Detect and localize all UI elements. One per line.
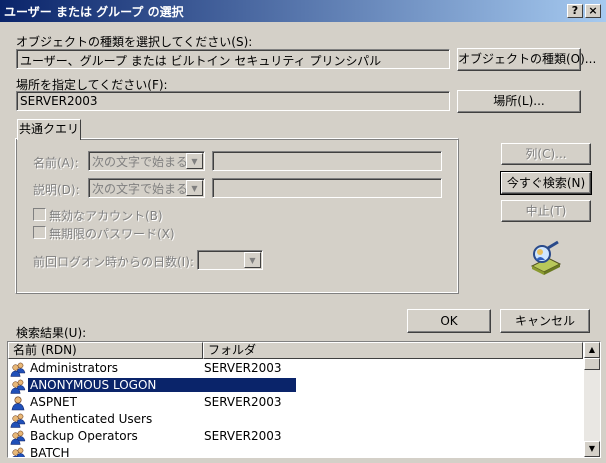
group-icon bbox=[10, 412, 26, 428]
non-expiring-password-checkbox[interactable] bbox=[33, 226, 46, 239]
window-title: ユーザー または グループ の選択 bbox=[4, 5, 184, 19]
table-row[interactable]: ASPNET SERVER2003 bbox=[8, 394, 584, 411]
group-icon bbox=[10, 446, 26, 457]
row-folder: SERVER2003 bbox=[204, 361, 282, 375]
stop-button[interactable]: 中止(T) bbox=[501, 200, 591, 222]
disabled-accounts-label: 無効なアカウント(B) bbox=[49, 209, 163, 223]
name-condition-value: 次の文字で始まる bbox=[92, 155, 189, 169]
description-condition-value: 次の文字で始まる bbox=[92, 182, 189, 196]
description-label: 説明(D): bbox=[33, 183, 80, 197]
table-row[interactable]: Administrators SERVER2003 bbox=[8, 360, 584, 377]
column-header-name[interactable]: 名前 (RDN) bbox=[8, 342, 203, 359]
row-name: Administrators bbox=[30, 361, 119, 375]
table-row[interactable]: ANONYMOUS LOGON bbox=[8, 377, 584, 394]
scroll-down-arrow-icon[interactable]: ▼ bbox=[584, 441, 600, 457]
description-condition-combo[interactable]: 次の文字で始まる ▼ bbox=[88, 178, 205, 198]
cancel-button[interactable]: キャンセル bbox=[500, 309, 590, 333]
table-row[interactable]: Authenticated Users bbox=[8, 411, 584, 428]
non-expiring-password-label: 無期限のパスワード(X) bbox=[49, 227, 175, 241]
group-icon bbox=[10, 378, 26, 394]
close-button[interactable]: × bbox=[585, 4, 601, 18]
scroll-thumb[interactable] bbox=[584, 358, 600, 370]
columns-button[interactable]: 列(C)... bbox=[501, 143, 591, 165]
find-now-button[interactable]: 今すぐ検索(N) bbox=[500, 171, 592, 195]
object-type-field: ユーザー、グループ または ビルトイン セキュリティ プリンシパル bbox=[16, 49, 450, 69]
group-icon bbox=[10, 429, 26, 445]
name-condition-combo[interactable]: 次の文字で始まる ▼ bbox=[88, 151, 205, 171]
days-since-logon-label: 前回ログオン時からの日数(I): bbox=[33, 255, 194, 269]
row-folder: SERVER2003 bbox=[204, 395, 282, 409]
row-name: Backup Operators bbox=[30, 429, 138, 443]
title-bar[interactable]: ユーザー または グループ の選択 ? × bbox=[0, 0, 606, 22]
location-field: SERVER2003 bbox=[16, 91, 450, 111]
row-folder: SERVER2003 bbox=[204, 429, 282, 443]
row-name: BATCH bbox=[30, 446, 70, 458]
search-results-list[interactable]: 名前 (RDN) フォルダ Administrators SERVER2003 AN… bbox=[7, 341, 601, 458]
chevron-down-icon[interactable]: ▼ bbox=[186, 180, 203, 196]
object-types-button[interactable]: オブジェクトの種類(O)... bbox=[457, 48, 596, 71]
user-icon bbox=[10, 395, 26, 411]
help-button[interactable]: ? bbox=[567, 4, 583, 18]
days-since-logon-combo[interactable]: ▼ bbox=[197, 250, 263, 270]
chevron-down-icon[interactable]: ▼ bbox=[244, 252, 261, 268]
object-type-label: オブジェクトの種類を選択してください(S): bbox=[16, 35, 253, 49]
tab-common-queries[interactable]: 共通クエリ bbox=[17, 119, 81, 140]
row-name: ANONYMOUS LOGON bbox=[28, 378, 296, 392]
search-results-label: 検索結果(U): bbox=[16, 326, 87, 340]
description-input[interactable] bbox=[212, 178, 442, 198]
ok-button[interactable]: OK bbox=[407, 309, 491, 333]
table-row[interactable]: BATCH bbox=[8, 445, 584, 458]
column-header-folder[interactable]: フォルダ bbox=[203, 342, 583, 359]
row-name: ASPNET bbox=[30, 395, 77, 409]
table-row[interactable]: Backup Operators SERVER2003 bbox=[8, 428, 584, 445]
vertical-scrollbar[interactable]: ▲ ▼ bbox=[584, 342, 600, 457]
locations-button[interactable]: 場所(L)... bbox=[457, 90, 581, 113]
group-icon bbox=[10, 361, 26, 377]
name-input[interactable] bbox=[212, 151, 442, 171]
scroll-up-arrow-icon[interactable]: ▲ bbox=[584, 342, 600, 358]
row-name: Authenticated Users bbox=[30, 412, 153, 426]
disabled-accounts-checkbox[interactable] bbox=[33, 208, 46, 221]
chevron-down-icon[interactable]: ▼ bbox=[186, 153, 203, 169]
search-icon bbox=[526, 240, 566, 276]
name-label: 名前(A): bbox=[33, 156, 79, 170]
